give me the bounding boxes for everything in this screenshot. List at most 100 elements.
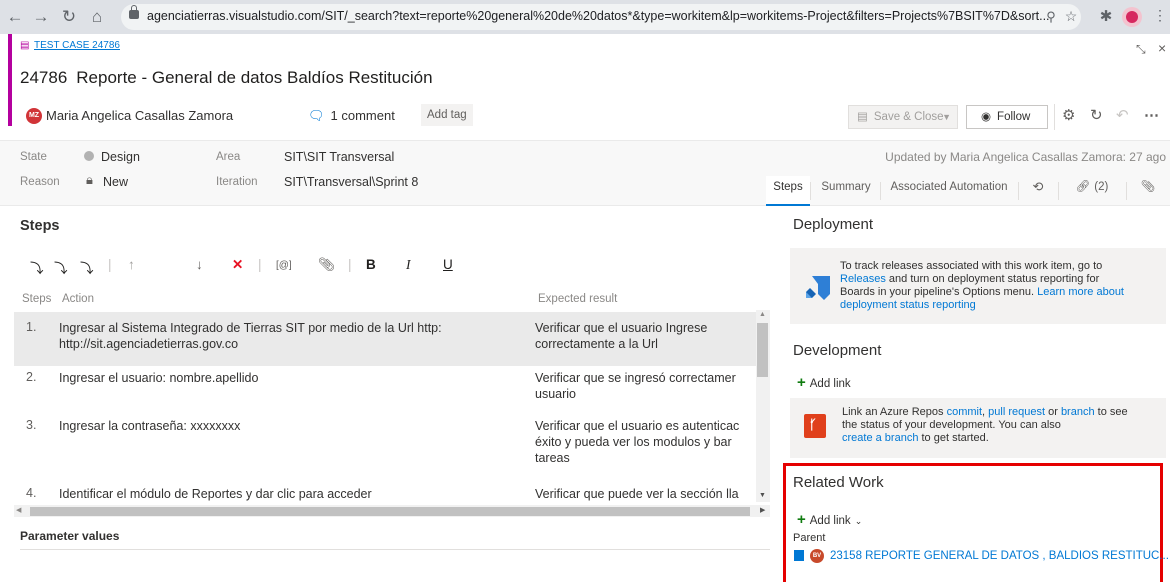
step-expected-result[interactable]: Verificar que puede ver la sección lla <box>535 486 756 502</box>
table-row[interactable]: 4. Identificar el módulo de Reportes y d… <box>14 486 756 504</box>
step-expected-result[interactable]: Verificar que el usuario es autenticac <box>535 418 756 434</box>
tab-associated-automation[interactable]: Associated Automation <box>884 176 1014 206</box>
scroll-right-icon[interactable]: ▶ <box>760 506 765 514</box>
table-row[interactable]: 3. Ingresar la contraseña: xxxxxxxx Veri… <box>14 418 756 474</box>
step-action[interactable]: Identificar el módulo de Reportes y dar … <box>59 486 372 502</box>
comments-link[interactable]: 🗨 1 comment <box>308 108 395 124</box>
delete-icon[interactable]: ✕ <box>232 257 243 273</box>
vertical-scrollbar-thumb[interactable] <box>757 323 768 377</box>
create-shared-steps-icon[interactable]: ⤵ <box>80 257 94 277</box>
undo-icon[interactable]: ↶ <box>1116 106 1129 124</box>
reload-icon[interactable]: ↻ <box>58 6 80 28</box>
scroll-down-icon[interactable]: ▼ <box>759 492 766 499</box>
step-action[interactable]: Ingresar la contraseña: xxxxxxxx <box>59 418 240 434</box>
save-close-button[interactable]: ▤ Save & Close ▼ <box>848 105 958 129</box>
tab-links[interactable]: 🔗︎ (2) <box>1062 176 1122 206</box>
step-action[interactable]: Ingresar el usuario: nombre.apellido <box>59 370 258 386</box>
tab-attachments[interactable]: 📎︎ <box>1130 176 1166 206</box>
state-field[interactable]: Design <box>101 150 140 164</box>
reason-label: Reason <box>20 176 60 188</box>
development-info-box: ᚶ Link an Azure Repos commit, pull reque… <box>790 398 1166 458</box>
column-header-action: Action <box>62 293 94 305</box>
avatar: BV <box>810 549 824 563</box>
releases-link[interactable]: Releases <box>840 273 886 285</box>
extensions-icon[interactable]: ✱ <box>1096 7 1116 25</box>
development-section-title: Development <box>793 342 882 359</box>
underline-icon[interactable]: U <box>443 257 453 272</box>
development-add-link-button[interactable]: + Add link <box>797 374 851 391</box>
step-expected-result[interactable]: Verificar que se ingresó correctamer <box>535 370 756 386</box>
tab-summary[interactable]: Summary <box>815 176 877 206</box>
iteration-field[interactable]: SIT\Transversal\Sprint 8 <box>284 175 418 189</box>
more-actions-icon[interactable]: ⋯ <box>1144 106 1159 124</box>
horizontal-scrollbar-thumb[interactable] <box>30 507 750 516</box>
step-expected-result[interactable]: tareas <box>535 450 570 466</box>
close-icon[interactable]: × <box>1158 40 1166 56</box>
chevron-down-icon[interactable]: ▼ <box>942 106 951 128</box>
development-text-line: to get started. <box>918 432 989 444</box>
move-down-icon[interactable]: ↓ <box>196 257 203 272</box>
related-work-section-title: Related Work <box>793 474 884 491</box>
comment-icon: 🗨 <box>308 108 325 123</box>
deployment-text-line: Boards in your pipeline's Options menu. <box>840 286 1038 298</box>
menu-kebab-icon[interactable]: ⋮ <box>1150 7 1170 24</box>
step-action[interactable]: Ingresar al Sistema Integrado de Tierras… <box>59 320 442 336</box>
avatar: MZ <box>26 108 42 124</box>
pull-request-link[interactable]: pull request <box>988 406 1045 418</box>
url-text[interactable]: agenciatierras.visualstudio.com/SIT/_sea… <box>147 9 1050 23</box>
deployment-status-link[interactable]: deployment status reporting <box>840 299 1124 312</box>
home-icon[interactable]: ⌂ <box>86 6 108 28</box>
development-text-line: Link an Azure Repos <box>842 406 947 418</box>
assigned-to-field[interactable]: Maria Angelica Casallas Zamora <box>46 108 233 123</box>
zoom-icon[interactable]: ⚲ <box>1041 9 1061 25</box>
bold-icon[interactable]: B <box>366 257 376 272</box>
related-add-link-button[interactable]: + Add link ⌄ <box>797 511 862 528</box>
reason-field[interactable]: New <box>103 175 128 189</box>
insert-shared-steps-icon[interactable]: ⤵ <box>54 257 68 277</box>
state-label: State <box>20 151 47 163</box>
move-up-icon[interactable]: ↑ <box>128 257 135 272</box>
toolbar-divider: | <box>108 257 112 272</box>
pipelines-icon <box>806 276 830 300</box>
area-field[interactable]: SIT\SIT Transversal <box>284 150 394 164</box>
insert-step-icon[interactable]: ⤵ <box>30 257 44 277</box>
parent-work-item-link[interactable]: 23158 REPORTE GENERAL DE DATOS , BALDIOS… <box>830 550 1169 562</box>
tab-history[interactable]: ⟲ <box>1022 176 1054 206</box>
branch-link[interactable]: branch <box>1061 406 1095 418</box>
step-action[interactable]: http://sit.agenciadetierras.gov.co <box>59 336 238 352</box>
step-expected-result[interactable]: correctamente a la Url <box>535 336 658 352</box>
history-icon: ⟲ <box>1032 179 1044 194</box>
step-number: 3. <box>26 418 37 432</box>
updated-by-text[interactable]: Updated by Maria Angelica Casallas Zamor… <box>885 150 1166 164</box>
bookmark-star-icon[interactable]: ☆ <box>1061 8 1081 25</box>
scroll-up-icon[interactable]: ▲ <box>759 311 766 318</box>
table-row[interactable]: 1. Ingresar al Sistema Integrado de Tier… <box>14 312 756 366</box>
refresh-icon[interactable]: ↻ <box>1090 106 1103 124</box>
profile-icon[interactable] <box>1122 7 1142 27</box>
attachment-icon[interactable]: 📎︎ <box>318 257 335 273</box>
learn-more-link[interactable]: Learn more about <box>1037 286 1124 298</box>
follow-button[interactable]: ◉ Follow <box>966 105 1048 129</box>
step-number: 4. <box>26 486 37 500</box>
links-count: (2) <box>1094 181 1109 193</box>
work-item-type-link[interactable]: TEST CASE 24786 <box>34 40 120 51</box>
work-item-title[interactable]: Reporte - General de datos Baldíos Resti… <box>76 68 432 87</box>
step-expected-result[interactable]: Verificar que el usuario Ingrese <box>535 320 707 336</box>
settings-gear-icon[interactable]: ⚙ <box>1062 106 1075 124</box>
address-bar[interactable]: agenciatierras.visualstudio.com/SIT/_sea… <box>121 4 1081 30</box>
deployment-section-title: Deployment <box>793 216 874 233</box>
back-icon[interactable]: ← <box>4 6 26 28</box>
step-expected-result[interactable]: éxito y pueda ver los modulos y bar <box>535 434 756 450</box>
table-row[interactable]: 2. Ingresar el usuario: nombre.apellido … <box>14 370 756 410</box>
italic-icon[interactable]: I <box>406 257 411 273</box>
area-label: Area <box>216 151 241 163</box>
commit-link[interactable]: commit <box>947 406 982 418</box>
collapse-icon[interactable]: ⤡ <box>1136 42 1146 57</box>
parameter-icon[interactable]: [@] <box>276 260 292 271</box>
step-expected-result[interactable]: usuario <box>535 386 576 402</box>
add-tag-button[interactable]: Add tag <box>421 104 473 126</box>
scroll-left-icon[interactable]: ◀ <box>16 506 21 514</box>
tab-steps[interactable]: Steps <box>766 176 810 206</box>
forward-icon[interactable]: → <box>30 6 52 28</box>
create-branch-link[interactable]: create a branch <box>842 432 918 444</box>
